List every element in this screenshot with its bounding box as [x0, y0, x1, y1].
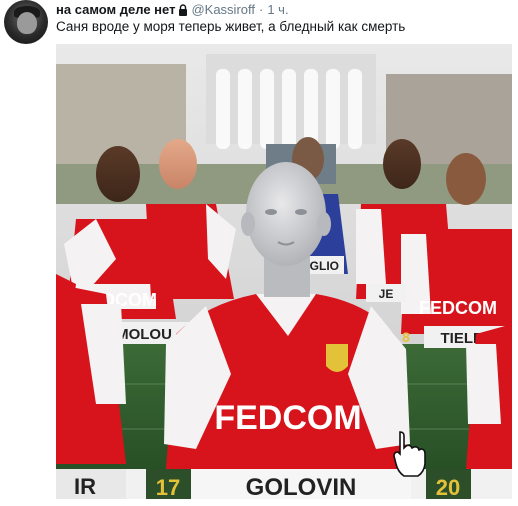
name-left-edge: IR: [74, 474, 96, 499]
photo-scene: MOLOU AGLIO JE TIELEM 8 FEDCOM FEDCOM FE…: [56, 44, 512, 499]
tweet-text: Саня вроде у моря теперь живет, а бледны…: [56, 19, 406, 34]
user-handle[interactable]: @Kassiroff: [191, 2, 255, 18]
avatar-face: [17, 12, 37, 34]
tweet: на самом деле нет @Kassiroff · 1 ч. Саня…: [0, 0, 518, 506]
name-left-mid: MOLOU: [116, 326, 172, 343]
number-center-left: 17: [156, 475, 180, 499]
display-name[interactable]: на самом деле нет: [56, 2, 175, 18]
sponsor-right: FEDCOM: [419, 298, 497, 318]
name-center: GOLOVIN: [246, 474, 357, 499]
player-front-right: [466, 324, 512, 469]
number-right: 20: [436, 475, 460, 499]
sponsor-center: FEDCOM: [214, 399, 361, 437]
name-mid-back: JE: [379, 287, 394, 301]
separator-dot: ·: [259, 2, 264, 17]
lock-icon: [179, 4, 188, 16]
tweet-photo[interactable]: MOLOU AGLIO JE TIELEM 8 FEDCOM FEDCOM FE…: [56, 44, 512, 499]
number-back-right: 8: [402, 329, 410, 345]
tweet-header: на самом деле нет @Kassiroff · 1 ч.: [56, 2, 289, 18]
timestamp[interactable]: 1 ч.: [267, 2, 288, 18]
avatar[interactable]: [4, 0, 48, 44]
